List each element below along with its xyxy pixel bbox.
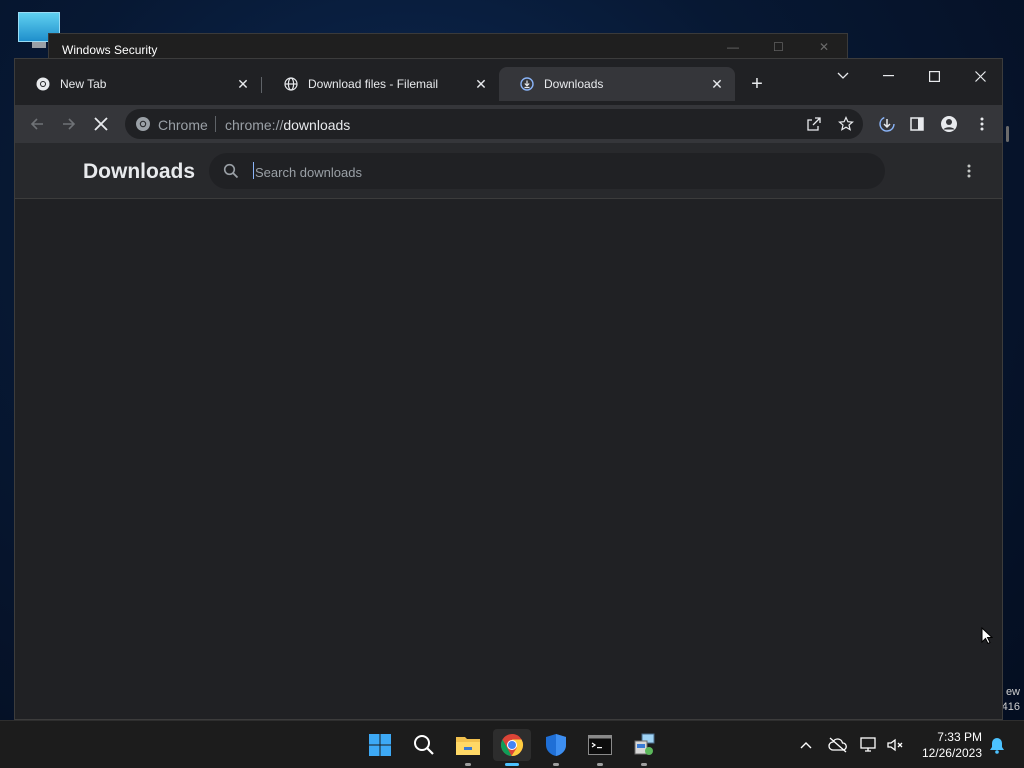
- windows-security-icon[interactable]: [540, 729, 572, 766]
- tab-downloads[interactable]: Downloads ✕: [499, 67, 735, 101]
- search-box[interactable]: [209, 153, 885, 189]
- volume-muted-icon[interactable]: [883, 733, 907, 757]
- running-indicator: [641, 763, 647, 766]
- search-icon: [223, 163, 239, 179]
- mouse-cursor-icon: [981, 627, 993, 645]
- tab-label: New Tab: [60, 77, 107, 91]
- edge-window-text: 416: [1001, 701, 1020, 713]
- clock-date: 12/26/2023: [921, 746, 982, 760]
- downloads-page: Downloads: [15, 143, 1002, 719]
- minimize-icon[interactable]: [868, 63, 908, 89]
- downloads-toolbar-icon[interactable]: [873, 110, 901, 138]
- downloads-header: Downloads: [15, 143, 1002, 199]
- close-icon[interactable]: ✕: [819, 40, 829, 54]
- running-indicator: [597, 763, 603, 766]
- onedrive-offline-icon[interactable]: [826, 733, 850, 757]
- maximize-icon[interactable]: [914, 63, 954, 89]
- stop-loading-button[interactable]: [87, 110, 115, 138]
- file-explorer-icon[interactable]: [452, 729, 484, 766]
- page-title: Downloads: [83, 160, 196, 183]
- side-panel-icon[interactable]: [903, 110, 931, 138]
- new-tab-button[interactable]: +: [745, 73, 769, 97]
- more-menu-icon[interactable]: [968, 110, 996, 138]
- globe-icon: [283, 76, 299, 92]
- search-icon[interactable]: [408, 729, 440, 761]
- site-label: Chrome: [158, 117, 208, 133]
- tab-filemail[interactable]: Download files - Filemail ✕: [263, 67, 499, 101]
- show-hidden-icons-chevron-icon[interactable]: [794, 733, 818, 757]
- network-icon[interactable]: [857, 733, 881, 757]
- running-indicator: [465, 763, 471, 766]
- tab-close-icon[interactable]: ✕: [235, 76, 251, 92]
- running-indicator: [553, 763, 559, 766]
- share-icon[interactable]: [806, 116, 822, 132]
- back-button[interactable]: [23, 110, 51, 138]
- edge-window-text: ew: [1005, 686, 1020, 698]
- tab-label: Download files - Filemail: [308, 77, 439, 91]
- chrome-icon[interactable]: [493, 729, 531, 766]
- notification-bell-icon[interactable]: [985, 733, 1009, 757]
- maximize-icon[interactable]: ☐: [773, 40, 784, 54]
- browser-toolbar: Chrome chrome://downloads: [15, 105, 1002, 143]
- profile-icon[interactable]: [935, 110, 963, 138]
- minimize-icon[interactable]: —: [727, 40, 739, 54]
- tab-strip: New Tab ✕ Download files - Filemail ✕ Do…: [15, 59, 1002, 105]
- windows-start-icon[interactable]: [364, 729, 396, 761]
- tab-close-icon[interactable]: ✕: [709, 76, 725, 92]
- window-title: Windows Security: [62, 43, 158, 57]
- download-icon: [519, 76, 535, 92]
- search-input[interactable]: [253, 162, 857, 182]
- network-tool-icon[interactable]: [628, 729, 660, 766]
- bookmark-star-icon[interactable]: [838, 116, 854, 132]
- tab-close-icon[interactable]: ✕: [473, 76, 489, 92]
- tab-divider: [261, 77, 262, 93]
- terminal-icon[interactable]: [584, 729, 616, 766]
- downloads-more-icon[interactable]: [959, 161, 979, 181]
- address-bar[interactable]: Chrome chrome://downloads: [125, 109, 863, 139]
- clock-time: 7:33 PM: [937, 730, 982, 744]
- chrome-icon: [35, 76, 51, 92]
- text-caret: [253, 162, 254, 179]
- taskbar: 7:33 PM 12/26/2023: [0, 720, 1024, 768]
- chrome-window: New Tab ✕ Download files - Filemail ✕ Do…: [14, 58, 1003, 720]
- close-window-icon[interactable]: [960, 63, 1000, 89]
- active-indicator: [505, 763, 519, 766]
- omnibox-divider: [215, 116, 216, 132]
- chrome-icon: [135, 116, 151, 132]
- url-text: chrome://downloads: [225, 117, 351, 133]
- tab-search-icon[interactable]: [823, 63, 863, 89]
- system-clock[interactable]: 7:33 PM 12/26/2023: [912, 729, 982, 761]
- scrollbar-thumb[interactable]: [1006, 126, 1009, 142]
- forward-button[interactable]: [55, 110, 83, 138]
- tab-label: Downloads: [544, 77, 604, 91]
- tab-new-tab[interactable]: New Tab ✕: [15, 67, 261, 101]
